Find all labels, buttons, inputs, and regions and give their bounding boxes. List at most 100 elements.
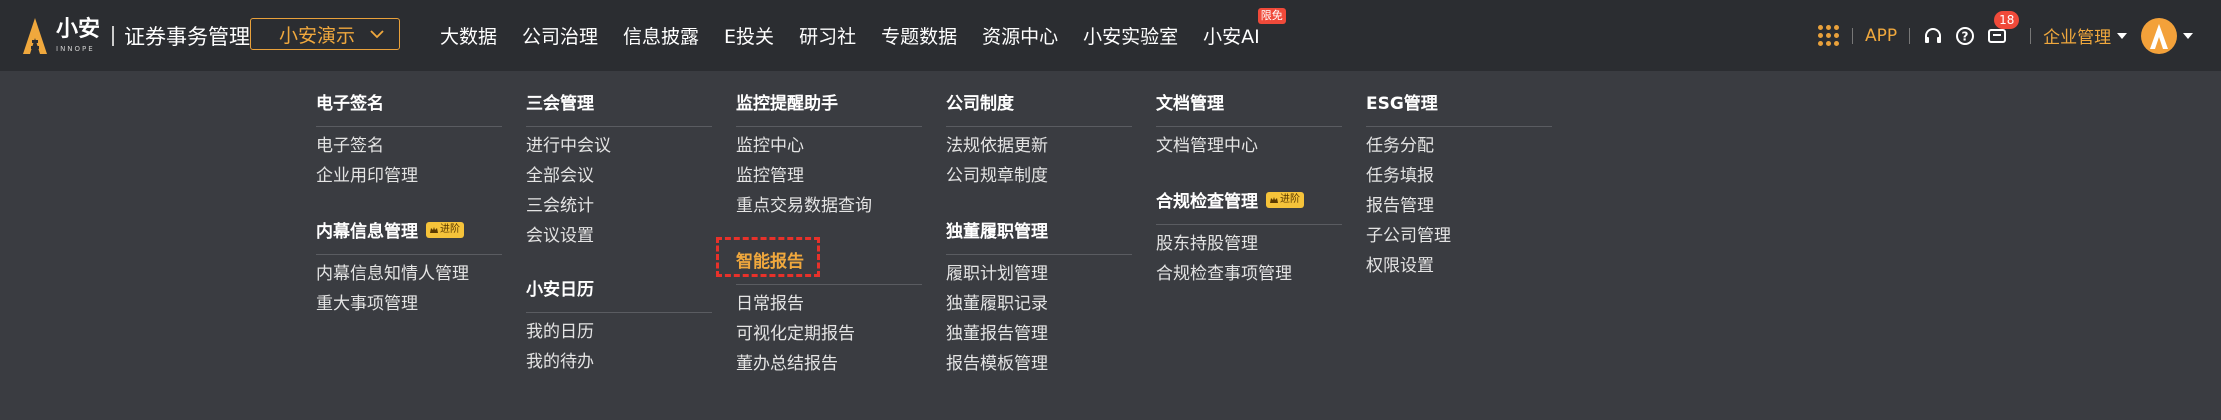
group-title-meetings: 三会管理 [526,94,594,114]
group-divider [1156,224,1342,225]
nav-item-lab[interactable]: 小安实验室 [1083,22,1178,49]
chevron-down-icon [370,30,384,39]
divider [1909,27,1911,44]
menu-item-company-rules[interactable]: 公司规章制度 [946,161,1048,191]
menu-item-shareholding[interactable]: 股东持股管理 [1156,229,1292,259]
group-title-company-rules: 公司制度 [946,94,1014,114]
group-title-label: 内幕信息管理 [316,222,418,242]
highlight-annotation [716,237,820,277]
headset-icon[interactable] [1922,25,1944,47]
group-title-independent-directors: 独董履职管理 [946,222,1048,242]
menu-item-document-center[interactable]: 文档管理中心 [1156,131,1258,161]
message-button[interactable]: 18 [1986,10,2020,47]
menu-item-compliance-items[interactable]: 合规检查事项管理 [1156,259,1292,289]
brand-logo[interactable]: 小安 INNOPE 证券事务管理 [20,16,250,56]
group-divider [736,126,922,127]
group-title-monitoring: 监控提醒助手 [736,94,838,114]
menu-item-director-reports[interactable]: 独董报告管理 [946,319,1048,349]
group-divider [1366,126,1552,127]
menu-item-insider-management[interactable]: 内幕信息知情人管理 [316,259,469,289]
enterprise-menu[interactable]: 企业管理 [2043,23,2128,48]
logo-divider [112,26,115,46]
menu-item-periodic-report[interactable]: 可视化定期报告 [736,319,855,349]
menu-item-trade-data-query[interactable]: 重点交易数据查询 [736,191,872,221]
menu-item-my-todo[interactable]: 我的待办 [526,347,594,377]
caret-down-icon [2183,32,2194,39]
pro-badge-label: 进阶 [440,223,460,235]
crown-icon [1270,196,1278,203]
group-divider [946,254,1132,255]
menu-item-ongoing-meetings[interactable]: 进行中会议 [526,131,611,161]
svg-text:?: ? [1962,29,1969,43]
nav-item-ai[interactable]: 小安AI 限免 [1203,8,1286,49]
free-badge: 限免 [1257,8,1286,24]
menu-item-summary-report[interactable]: 董办总结报告 [736,349,855,379]
menu-item-meeting-settings[interactable]: 会议设置 [526,221,611,251]
app-download-link[interactable]: APP [1865,26,1897,46]
logo-icon [23,18,47,54]
group-divider [736,284,922,285]
nav-item-resource-center[interactable]: 资源中心 [982,22,1058,49]
group-title-documents: 文档管理 [1156,94,1224,114]
menu-item-monitor-center[interactable]: 监控中心 [736,131,872,161]
group-divider [1156,126,1342,127]
menu-item-report-templates[interactable]: 报告模板管理 [946,349,1048,379]
menu-item-monitor-management[interactable]: 监控管理 [736,161,872,191]
menu-item-report-management[interactable]: 报告管理 [1366,191,1451,221]
menu-item-task-fill[interactable]: 任务填报 [1366,161,1451,191]
mega-menu-panel: 电子签名 电子签名 企业用印管理 内幕信息管理 进阶 内幕信息知情人管理 重大事… [0,71,2221,420]
crown-icon [430,226,438,233]
group-divider [526,312,712,313]
nav-item-disclosure[interactable]: 信息披露 [623,22,699,49]
app-name: 证券事务管理 [124,25,251,49]
nav-item-study-club[interactable]: 研习社 [799,22,856,49]
main-nav: 大数据 公司治理 信息披露 E投关 研习社 专题数据 资源中心 小安实验室 小安… [440,0,1286,71]
group-title-label: 合规检查管理 [1156,192,1258,212]
nav-item-governance[interactable]: 公司治理 [522,22,598,49]
group-divider [526,126,712,127]
menu-item-subsidiaries[interactable]: 子公司管理 [1366,221,1451,251]
menu-item-daily-report[interactable]: 日常报告 [736,289,855,319]
group-title-calendar: 小安日历 [526,280,594,300]
nav-item-ai-label: 小安AI [1203,26,1260,48]
header-tools: APP ? 18 企业管理 [1818,0,2194,71]
menu-item-seal-management[interactable]: 企业用印管理 [316,161,418,191]
menu-item-task-assign[interactable]: 任务分配 [1366,131,1451,161]
menu-item-permissions[interactable]: 权限设置 [1366,251,1451,281]
help-icon[interactable]: ? [1954,25,1976,47]
group-title-compliance: 合规检查管理 进阶 [1156,187,1342,212]
menu-item-all-meetings[interactable]: 全部会议 [526,161,611,191]
company-select-value: 小安演示 [279,24,356,47]
company-select[interactable]: 小安演示 [250,18,400,50]
group-divider [316,254,502,255]
apps-grid-icon[interactable] [1818,24,1840,47]
group-divider [946,126,1132,127]
menu-item-regulation-updates[interactable]: 法规依据更新 [946,131,1048,161]
nav-item-big-data[interactable]: 大数据 [440,22,497,49]
menu-item-my-calendar[interactable]: 我的日历 [526,317,594,347]
nav-item-e-investor-relations[interactable]: E投关 [724,22,774,49]
top-navigation-bar: 小安 INNOPE 证券事务管理 小安演示 大数据 公司治理 信息披露 E投关 … [0,0,2221,71]
message-count-badge: 18 [1994,10,2020,29]
group-divider [316,126,502,127]
logo-subtitle: INNOPE [56,45,95,53]
menu-item-e-signature[interactable]: 电子签名 [316,131,418,161]
menu-item-duty-plans[interactable]: 履职计划管理 [946,259,1048,289]
nav-item-topic-data[interactable]: 专题数据 [881,22,957,49]
caret-down-icon [2117,32,2128,39]
pro-badge: 进阶 [426,221,464,238]
logo-name: 小安 [56,17,101,42]
pro-badge: 进阶 [1266,191,1304,208]
pro-badge-label: 进阶 [1280,193,1300,205]
group-title-e-signature: 电子签名 [316,94,384,114]
menu-item-major-events[interactable]: 重大事项管理 [316,289,469,319]
enterprise-menu-label: 企业管理 [2043,28,2112,48]
user-avatar[interactable] [2141,17,2194,54]
group-title-insider-info: 内幕信息管理 进阶 [316,217,502,242]
menu-item-duty-records[interactable]: 独董履职记录 [946,289,1048,319]
avatar-logo-icon [2150,23,2169,49]
menu-item-meeting-stats[interactable]: 三会统计 [526,191,611,221]
divider [1852,27,1853,44]
divider [2030,27,2032,44]
group-title-esg: ESG管理 [1366,94,1438,114]
